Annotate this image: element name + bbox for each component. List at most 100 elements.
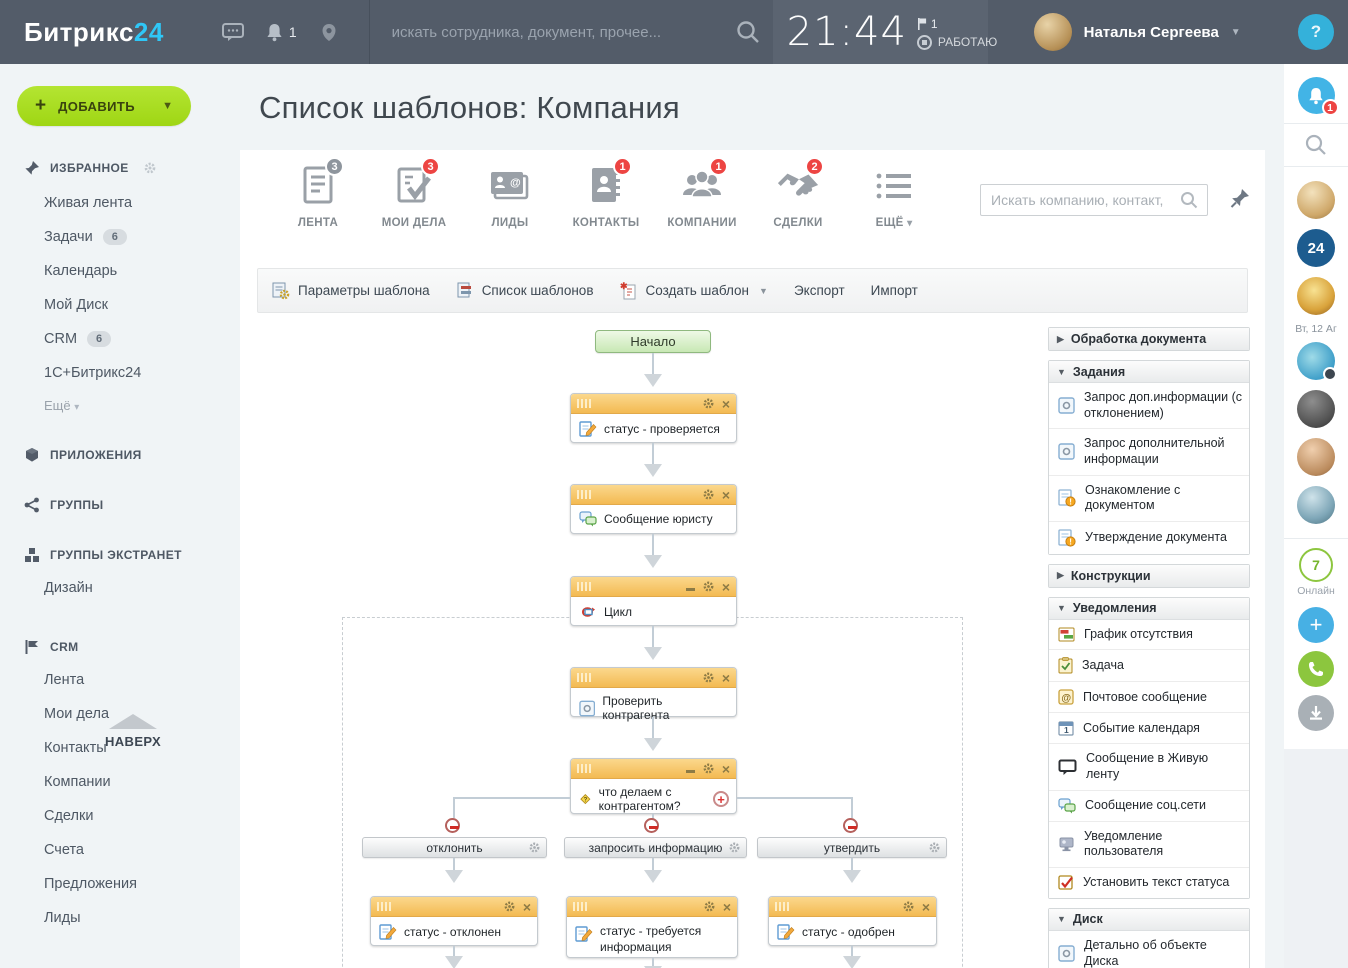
create-template-button[interactable]: ✱ Создать шаблон ▼ bbox=[620, 282, 768, 300]
export-button[interactable]: Экспорт bbox=[794, 283, 845, 298]
sidebar-item-my-disk[interactable]: Мой Диск bbox=[0, 288, 240, 322]
notifications-button[interactable]: 1 bbox=[1298, 77, 1335, 114]
block-header[interactable]: × bbox=[571, 668, 736, 688]
sidebar-item-crm-leads[interactable]: Лиды bbox=[0, 901, 240, 935]
close-icon[interactable]: × bbox=[722, 397, 730, 411]
palette-section-header[interactable]: ▼ Диск bbox=[1049, 909, 1249, 931]
search-icon[interactable] bbox=[1179, 190, 1199, 210]
tab-deals[interactable]: 2 СДЕЛКИ bbox=[750, 164, 846, 229]
template-list-button[interactable]: Список шаблонов bbox=[456, 282, 594, 300]
palette-item[interactable]: @ Почтовое сообщение bbox=[1049, 682, 1249, 713]
gear-icon[interactable] bbox=[528, 841, 541, 854]
close-icon[interactable]: × bbox=[722, 488, 730, 502]
remove-branch-button[interactable] bbox=[644, 818, 659, 833]
palette-item[interactable]: График отсутствия bbox=[1049, 620, 1249, 651]
block-header[interactable]: × bbox=[567, 897, 737, 917]
workflow-block-message-lawyer[interactable]: × Сообщение юристу bbox=[570, 484, 737, 534]
branch-reject[interactable]: отклонить bbox=[362, 837, 547, 858]
workflow-block-check-counterparty[interactable]: × Проверить контрагента bbox=[570, 667, 737, 717]
sidebar-item-crm-feed[interactable]: Лента bbox=[0, 663, 240, 697]
drag-handle-icon[interactable] bbox=[577, 582, 591, 591]
palette-section-header[interactable]: ▶ Конструкции bbox=[1049, 565, 1249, 587]
block-header[interactable]: × bbox=[571, 759, 736, 779]
workflow-block-condition[interactable]: × ? что делаем с контрагентом? + bbox=[570, 758, 737, 814]
palette-item[interactable]: ! Утверждение документа bbox=[1049, 522, 1249, 554]
tab-more[interactable]: ЕЩЁ ▾ bbox=[846, 164, 942, 229]
gear-icon[interactable] bbox=[703, 900, 716, 913]
stop-status-icon[interactable] bbox=[917, 35, 932, 50]
gear-icon[interactable] bbox=[702, 488, 715, 501]
palette-item[interactable]: Установить текст статуса bbox=[1049, 868, 1249, 898]
palette-item[interactable]: Детально об объекте Диска bbox=[1049, 931, 1249, 968]
sidebar-section-apps[interactable]: ПРИЛОЖЕНИЯ bbox=[0, 447, 240, 463]
sidebar-item-live-feed[interactable]: Живая лента bbox=[0, 186, 240, 220]
bitrix24-logo[interactable]: Битрикс24 bbox=[0, 17, 164, 48]
palette-item[interactable]: Запрос дополнительной информации bbox=[1049, 429, 1249, 475]
gear-icon[interactable] bbox=[702, 671, 715, 684]
sidebar-item-crm[interactable]: CRM6 bbox=[0, 322, 240, 356]
add-button[interactable]: + ДОБАВИТЬ ▼ bbox=[17, 86, 191, 126]
palette-section-header[interactable]: ▼ Уведомления bbox=[1049, 598, 1249, 620]
phone-call-button[interactable] bbox=[1298, 651, 1334, 687]
close-icon[interactable]: × bbox=[723, 900, 731, 914]
sidebar-item-crm-invoices[interactable]: Счета bbox=[0, 833, 240, 867]
workflow-block-status-checking[interactable]: × статус - проверяется bbox=[570, 393, 737, 443]
gear-icon[interactable] bbox=[503, 900, 516, 913]
gear-icon[interactable] bbox=[928, 841, 941, 854]
search-icon[interactable] bbox=[1304, 133, 1328, 157]
block-header[interactable]: × bbox=[571, 577, 736, 597]
remove-branch-button[interactable] bbox=[445, 818, 460, 833]
tab-feed[interactable]: 3 ЛЕНТА bbox=[270, 164, 366, 229]
drag-handle-icon[interactable] bbox=[573, 902, 587, 911]
sidebar-item-crm-quotes[interactable]: Предложения bbox=[0, 867, 240, 901]
tab-my-activities[interactable]: 3 МОИ ДЕЛА bbox=[366, 164, 462, 229]
sidebar-item-design[interactable]: Дизайн bbox=[0, 571, 240, 605]
block-header[interactable]: × bbox=[769, 897, 936, 917]
chat-avatar[interactable] bbox=[1297, 181, 1335, 219]
global-search-input[interactable] bbox=[392, 24, 735, 41]
import-button[interactable]: Импорт bbox=[871, 283, 918, 298]
tab-leads[interactable]: @ ЛИДЫ bbox=[462, 164, 558, 229]
gear-icon[interactable] bbox=[702, 397, 715, 410]
palette-item[interactable]: ! Ознакомление с документом bbox=[1049, 476, 1249, 522]
sidebar-item-tasks[interactable]: Задачи6 bbox=[0, 220, 240, 254]
block-header[interactable]: × bbox=[571, 394, 736, 414]
chat-avatar[interactable] bbox=[1297, 438, 1335, 476]
sidebar-item-crm-deals[interactable]: Сделки bbox=[0, 799, 240, 833]
chat-avatar[interactable] bbox=[1297, 486, 1335, 524]
add-branch-button[interactable]: + bbox=[713, 791, 729, 807]
gear-icon[interactable] bbox=[902, 900, 915, 913]
workflow-block-loop[interactable]: × Цикл bbox=[570, 576, 737, 626]
drag-handle-icon[interactable] bbox=[577, 399, 591, 408]
branch-approve[interactable]: утвердить bbox=[757, 837, 947, 858]
drag-handle-icon[interactable] bbox=[577, 764, 591, 773]
time-tracker[interactable]: 21:44 1 РАБОТАЮ bbox=[773, 0, 988, 64]
close-icon[interactable]: × bbox=[722, 580, 730, 594]
palette-item[interactable]: Сообщение соц.сети bbox=[1049, 791, 1249, 822]
drag-handle-icon[interactable] bbox=[377, 902, 391, 911]
entity-search-input[interactable] bbox=[991, 192, 1179, 208]
add-chat-button[interactable]: + bbox=[1298, 607, 1334, 643]
gear-icon[interactable] bbox=[702, 580, 715, 593]
chat-avatar[interactable] bbox=[1297, 342, 1335, 380]
remove-branch-button[interactable] bbox=[843, 818, 858, 833]
notifications-bell-icon[interactable]: 1 bbox=[266, 23, 297, 42]
cloud-icon[interactable] bbox=[319, 23, 339, 42]
palette-item[interactable]: Уведомление пользователя bbox=[1049, 822, 1249, 868]
sidebar-more-link[interactable]: Ещё ▾ bbox=[0, 390, 240, 413]
palette-section-header[interactable]: ▼ Задания bbox=[1049, 361, 1249, 383]
drag-handle-icon[interactable] bbox=[577, 490, 591, 499]
online-users-button[interactable]: 7 bbox=[1299, 548, 1333, 582]
sidebar-section-crm[interactable]: CRM bbox=[0, 639, 240, 655]
user-menu[interactable]: Наталья Сергеева ▼ bbox=[1034, 13, 1241, 51]
workflow-start-block[interactable]: Начало bbox=[595, 330, 711, 353]
palette-item[interactable]: Запрос доп.информации (с отклонением) bbox=[1049, 383, 1249, 429]
chat-icon[interactable] bbox=[222, 22, 244, 42]
gear-icon[interactable] bbox=[702, 762, 715, 775]
sidebar-section-groups[interactable]: ГРУППЫ bbox=[0, 497, 240, 513]
pin-icon[interactable] bbox=[1230, 188, 1250, 210]
sidebar-section-favorites[interactable]: ИЗБРАННОЕ bbox=[0, 160, 240, 176]
tab-contacts[interactable]: 1 КОНТАКТЫ bbox=[558, 164, 654, 229]
close-icon[interactable]: × bbox=[523, 900, 531, 914]
palette-item[interactable]: Сообщение в Живую ленту bbox=[1049, 744, 1249, 790]
